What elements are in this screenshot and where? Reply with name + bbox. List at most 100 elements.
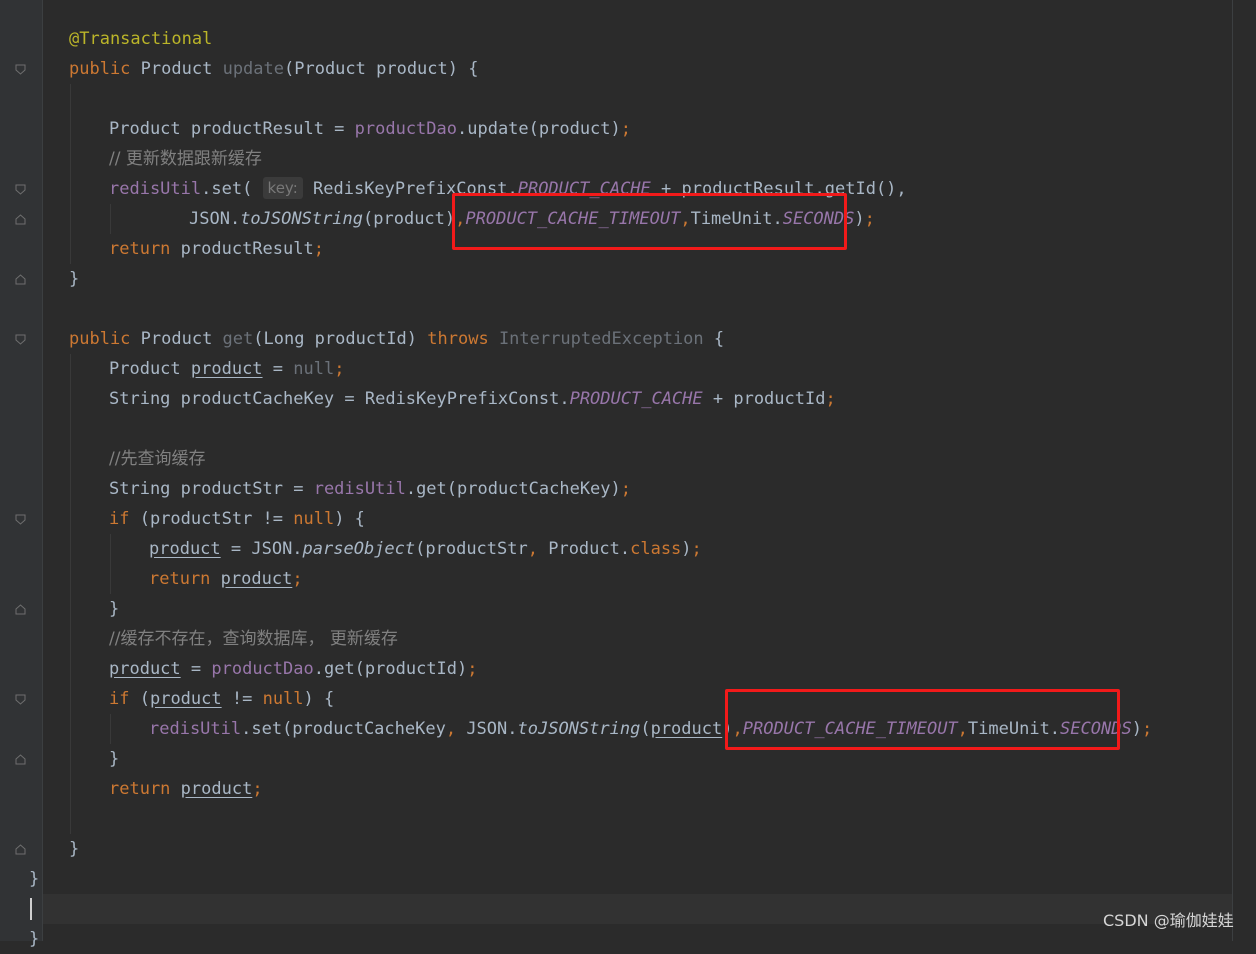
semicolon: ; <box>620 479 632 499</box>
semicolon: ; <box>252 779 263 799</box>
code-line: @Transactional <box>69 24 212 54</box>
comma: , <box>445 719 457 739</box>
method-name: parseObject <box>302 539 416 559</box>
closing-brace: } <box>29 929 40 949</box>
code-text: String productCacheKey = RedisKeyPrefixC… <box>109 389 570 409</box>
closing-brace: } <box>109 749 120 769</box>
variable-name: product <box>109 659 181 679</box>
semicolon: ; <box>691 539 702 559</box>
fold-icon[interactable] <box>15 694 26 705</box>
editor-gutter <box>0 0 42 941</box>
method-name: toJSONString <box>517 719 641 739</box>
editor-right-margin <box>1232 0 1233 941</box>
code-text: Product <box>109 359 191 379</box>
code-line: if (product != null) { <box>109 684 334 714</box>
keyword: public <box>69 329 131 349</box>
code-text: Product. <box>537 539 631 559</box>
code-text: = <box>262 359 294 379</box>
method-name: get <box>222 329 254 349</box>
method-name: update <box>222 59 284 79</box>
code-text: Product productResult = <box>109 119 355 139</box>
null-literal: null <box>262 689 304 709</box>
type-name: Product <box>140 59 213 79</box>
text-cursor <box>30 898 32 920</box>
code-line: String productCacheKey = RedisKeyPrefixC… <box>109 384 836 414</box>
code-text: JSON. <box>189 209 241 229</box>
unfold-icon[interactable] <box>15 214 26 225</box>
code-line: //先查询缓存 <box>109 444 205 474</box>
comma: , <box>527 539 538 559</box>
variable-name: product <box>650 719 723 739</box>
keyword: return <box>109 779 171 799</box>
field-name: productDao <box>354 119 457 139</box>
gutter-divider <box>42 0 43 941</box>
parameter-hint: key: <box>262 177 303 199</box>
code-line: } <box>109 744 119 774</box>
watermark: CSDN @瑜伽娃娃 <box>1103 911 1234 930</box>
variable-name: product <box>149 689 222 709</box>
constant-name: PRODUCT_CACHE <box>569 389 703 409</box>
code-comment: // 更新数据跟新缓存 <box>109 149 262 169</box>
keyword: return <box>149 569 211 589</box>
code-text: (productStr <box>415 539 528 559</box>
code-line: } <box>29 924 39 954</box>
code-comment: //先查询缓存 <box>109 449 206 469</box>
code-editor[interactable]: @Transactional public Product update ( Pro… <box>0 0 1256 949</box>
variable-name: product <box>180 779 253 799</box>
keyword: throws <box>427 329 489 349</box>
code-line: String productStr = redisUtil.get(produc… <box>109 474 631 504</box>
code-line: } <box>69 834 79 864</box>
closing-brace: } <box>69 839 80 859</box>
code-text: Product <box>130 329 223 349</box>
code-text: ) { <box>303 689 335 709</box>
keyword: if <box>109 509 130 529</box>
code-text: ) <box>854 209 865 229</box>
fold-icon[interactable] <box>15 514 26 525</box>
code-line: Product productResult = productDao.updat… <box>109 114 631 144</box>
null-literal: null <box>293 509 335 529</box>
fold-icon[interactable] <box>15 184 26 195</box>
code-text: .set(productCacheKey <box>241 719 446 739</box>
code-line: Product product = null; <box>109 354 344 384</box>
code-text: (productStr != <box>129 509 294 529</box>
indent-guide <box>70 84 71 264</box>
code-line: } <box>109 594 119 624</box>
unfold-icon[interactable] <box>15 604 26 615</box>
semicolon: ; <box>620 119 632 139</box>
code-text: ) <box>681 539 692 559</box>
method-name: toJSONString <box>240 209 364 229</box>
code-line: if (productStr != null) { <box>109 504 365 534</box>
semicolon: ; <box>864 209 875 229</box>
field-name: redisUtil <box>149 719 242 739</box>
code-text: (Long productId) <box>253 329 428 349</box>
code-text: .set( <box>201 179 263 199</box>
indent-guide <box>110 534 111 594</box>
unfold-icon[interactable] <box>15 274 26 285</box>
semicolon: ; <box>1141 719 1153 739</box>
code-line: product = JSON.parseObject(productStr, P… <box>149 534 702 564</box>
code-line: return productResult; <box>109 234 324 264</box>
fold-icon[interactable] <box>15 334 26 345</box>
code-text: = JSON. <box>220 539 303 559</box>
code-text: (product) <box>363 209 456 229</box>
code-line: } <box>69 264 79 294</box>
semicolon: ; <box>467 659 478 679</box>
code-text: ) <box>1131 719 1142 739</box>
code-line: //缓存不存在，查询数据库， 更新缓存 <box>109 624 398 654</box>
unfold-icon[interactable] <box>15 754 26 765</box>
code-text: JSON. <box>456 719 518 739</box>
code-text: ( <box>640 719 651 739</box>
fold-icon[interactable] <box>15 64 26 75</box>
code-line: return product; <box>109 774 263 804</box>
unfold-icon[interactable] <box>15 844 26 855</box>
keyword: class <box>630 539 682 559</box>
highlight-box <box>725 689 1120 750</box>
code-line: return product; <box>149 564 303 594</box>
code-text: productResult <box>170 239 314 259</box>
code-text: { <box>703 329 725 349</box>
code-text: .update(product) <box>457 119 621 139</box>
keyword: if <box>109 689 130 709</box>
semicolon: ; <box>292 569 303 589</box>
code-comment: //缓存不存在，查询数据库， 更新缓存 <box>109 629 398 649</box>
annotation: @Transactional <box>69 29 213 49</box>
